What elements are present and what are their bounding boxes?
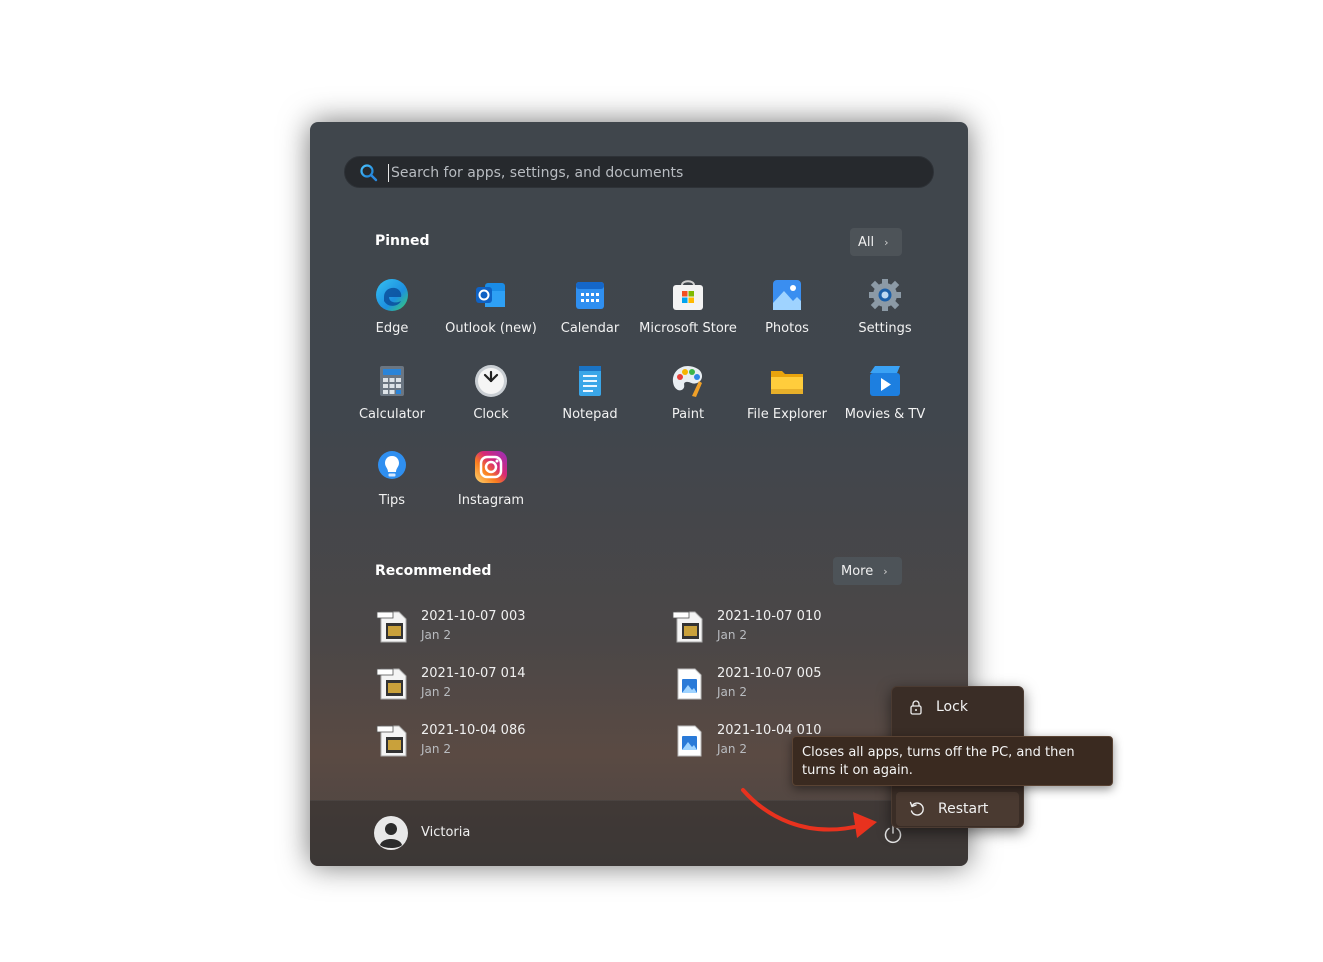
notepad-icon — [579, 366, 601, 396]
recommended-item-date: Jan 2 — [421, 628, 451, 642]
pinned-app-notepad[interactable]: Notepad — [541, 363, 639, 443]
recommended-item-date: Jan 2 — [717, 685, 747, 699]
image-file-icon — [677, 725, 702, 757]
app-label: Clock — [473, 407, 509, 422]
chevron-right-icon: › — [883, 564, 888, 578]
recommended-item-date: Jan 2 — [421, 742, 451, 756]
recommended-item[interactable]: 2021-10-04 086 Jan 2 — [375, 721, 635, 765]
pinned-app-calculator[interactable]: Calculator — [343, 363, 441, 443]
app-label: Edge — [375, 321, 409, 336]
avatar[interactable] — [374, 816, 408, 850]
app-label: Photos — [765, 321, 809, 336]
lock-icon — [910, 700, 922, 715]
lock-menu-item[interactable]: Lock — [896, 690, 1019, 724]
app-label: Outlook (new) — [445, 321, 537, 336]
search-box[interactable] — [344, 156, 934, 189]
chevron-right-icon: › — [884, 235, 889, 249]
recommended-item-date: Jan 2 — [717, 628, 747, 642]
recommended-title: Recommended — [375, 563, 492, 579]
lock-label: Lock — [936, 699, 968, 715]
more-button[interactable]: More › — [833, 557, 902, 585]
pinned-app-file-explorer[interactable]: File Explorer — [738, 363, 836, 443]
pinned-app-tips[interactable]: Tips — [343, 449, 441, 529]
user-name[interactable]: Victoria — [421, 825, 470, 840]
movie-file-icon — [672, 611, 703, 643]
recommended-item[interactable]: 2021-10-07 003 Jan 2 — [375, 607, 635, 651]
restart-menu-item[interactable]: Restart — [896, 792, 1019, 826]
all-apps-button[interactable]: All › — [850, 228, 902, 256]
photos-icon — [773, 280, 801, 310]
app-label: File Explorer — [746, 407, 827, 422]
app-label: Instagram — [457, 493, 525, 508]
search-icon — [360, 164, 378, 182]
recommended-item-name: 2021-10-07 003 — [421, 609, 526, 624]
pinned-app-calendar[interactable]: Calendar — [541, 277, 639, 357]
pinned-app-movies-tv[interactable]: Movies & TV — [836, 363, 934, 443]
more-label: More — [841, 563, 874, 579]
pinned-app-store[interactable]: Microsoft Store — [639, 277, 737, 357]
calendar-icon — [576, 282, 604, 309]
all-apps-label: All — [858, 234, 875, 250]
folder-icon — [771, 371, 803, 394]
recommended-item[interactable]: 2021-10-07 014 Jan 2 — [375, 664, 635, 708]
app-label: Paint — [671, 407, 705, 422]
paint-icon — [672, 366, 703, 397]
pinned-app-settings[interactable]: Settings — [836, 277, 934, 357]
recommended-item-name: 2021-10-07 014 — [421, 666, 526, 681]
pinned-app-paint[interactable]: Paint — [639, 363, 737, 443]
pinned-app-instagram[interactable]: Instagram — [442, 449, 540, 529]
edge-icon — [376, 279, 408, 311]
restart-tooltip: Closes all apps, turns off the PC, and t… — [792, 736, 1113, 786]
pinned-app-clock[interactable]: Clock — [442, 363, 540, 443]
movies-icon — [870, 366, 900, 396]
restart-icon — [909, 801, 924, 816]
recommended-item-name: 2021-10-07 005 — [717, 666, 822, 681]
app-label: Movies & TV — [844, 407, 926, 422]
app-label: Calculator — [358, 407, 425, 422]
movie-file-icon — [376, 611, 407, 643]
pinned-app-outlook[interactable]: Outlook (new) — [442, 277, 540, 357]
recommended-item-date: Jan 2 — [421, 685, 451, 699]
pinned-app-photos[interactable]: Photos — [738, 277, 836, 357]
outlook-icon — [476, 283, 505, 307]
search-input[interactable] — [389, 157, 923, 189]
app-label: Microsoft Store — [639, 321, 737, 336]
calculator-icon — [380, 366, 404, 396]
movie-file-icon — [376, 668, 407, 700]
app-label: Tips — [378, 493, 406, 508]
image-file-icon — [677, 668, 702, 700]
recommended-item-name: 2021-10-07 010 — [717, 609, 822, 624]
app-label: Notepad — [562, 407, 618, 422]
recommended-item-name: 2021-10-04 086 — [421, 723, 526, 738]
lightbulb-icon — [378, 451, 406, 479]
instagram-icon — [475, 451, 507, 483]
restart-label: Restart — [938, 801, 989, 817]
gear-icon — [869, 279, 901, 311]
movie-file-icon — [376, 725, 407, 757]
app-label: Calendar — [560, 321, 620, 336]
recommended-item[interactable]: 2021-10-07 010 Jan 2 — [671, 607, 931, 651]
recommended-item-date: Jan 2 — [717, 742, 747, 756]
pinned-title: Pinned — [375, 233, 430, 249]
clock-icon — [475, 365, 507, 397]
pinned-app-edge[interactable]: Edge — [343, 277, 441, 357]
app-label: Settings — [858, 321, 912, 336]
annotation-arrow — [741, 788, 877, 838]
store-icon — [673, 280, 703, 310]
